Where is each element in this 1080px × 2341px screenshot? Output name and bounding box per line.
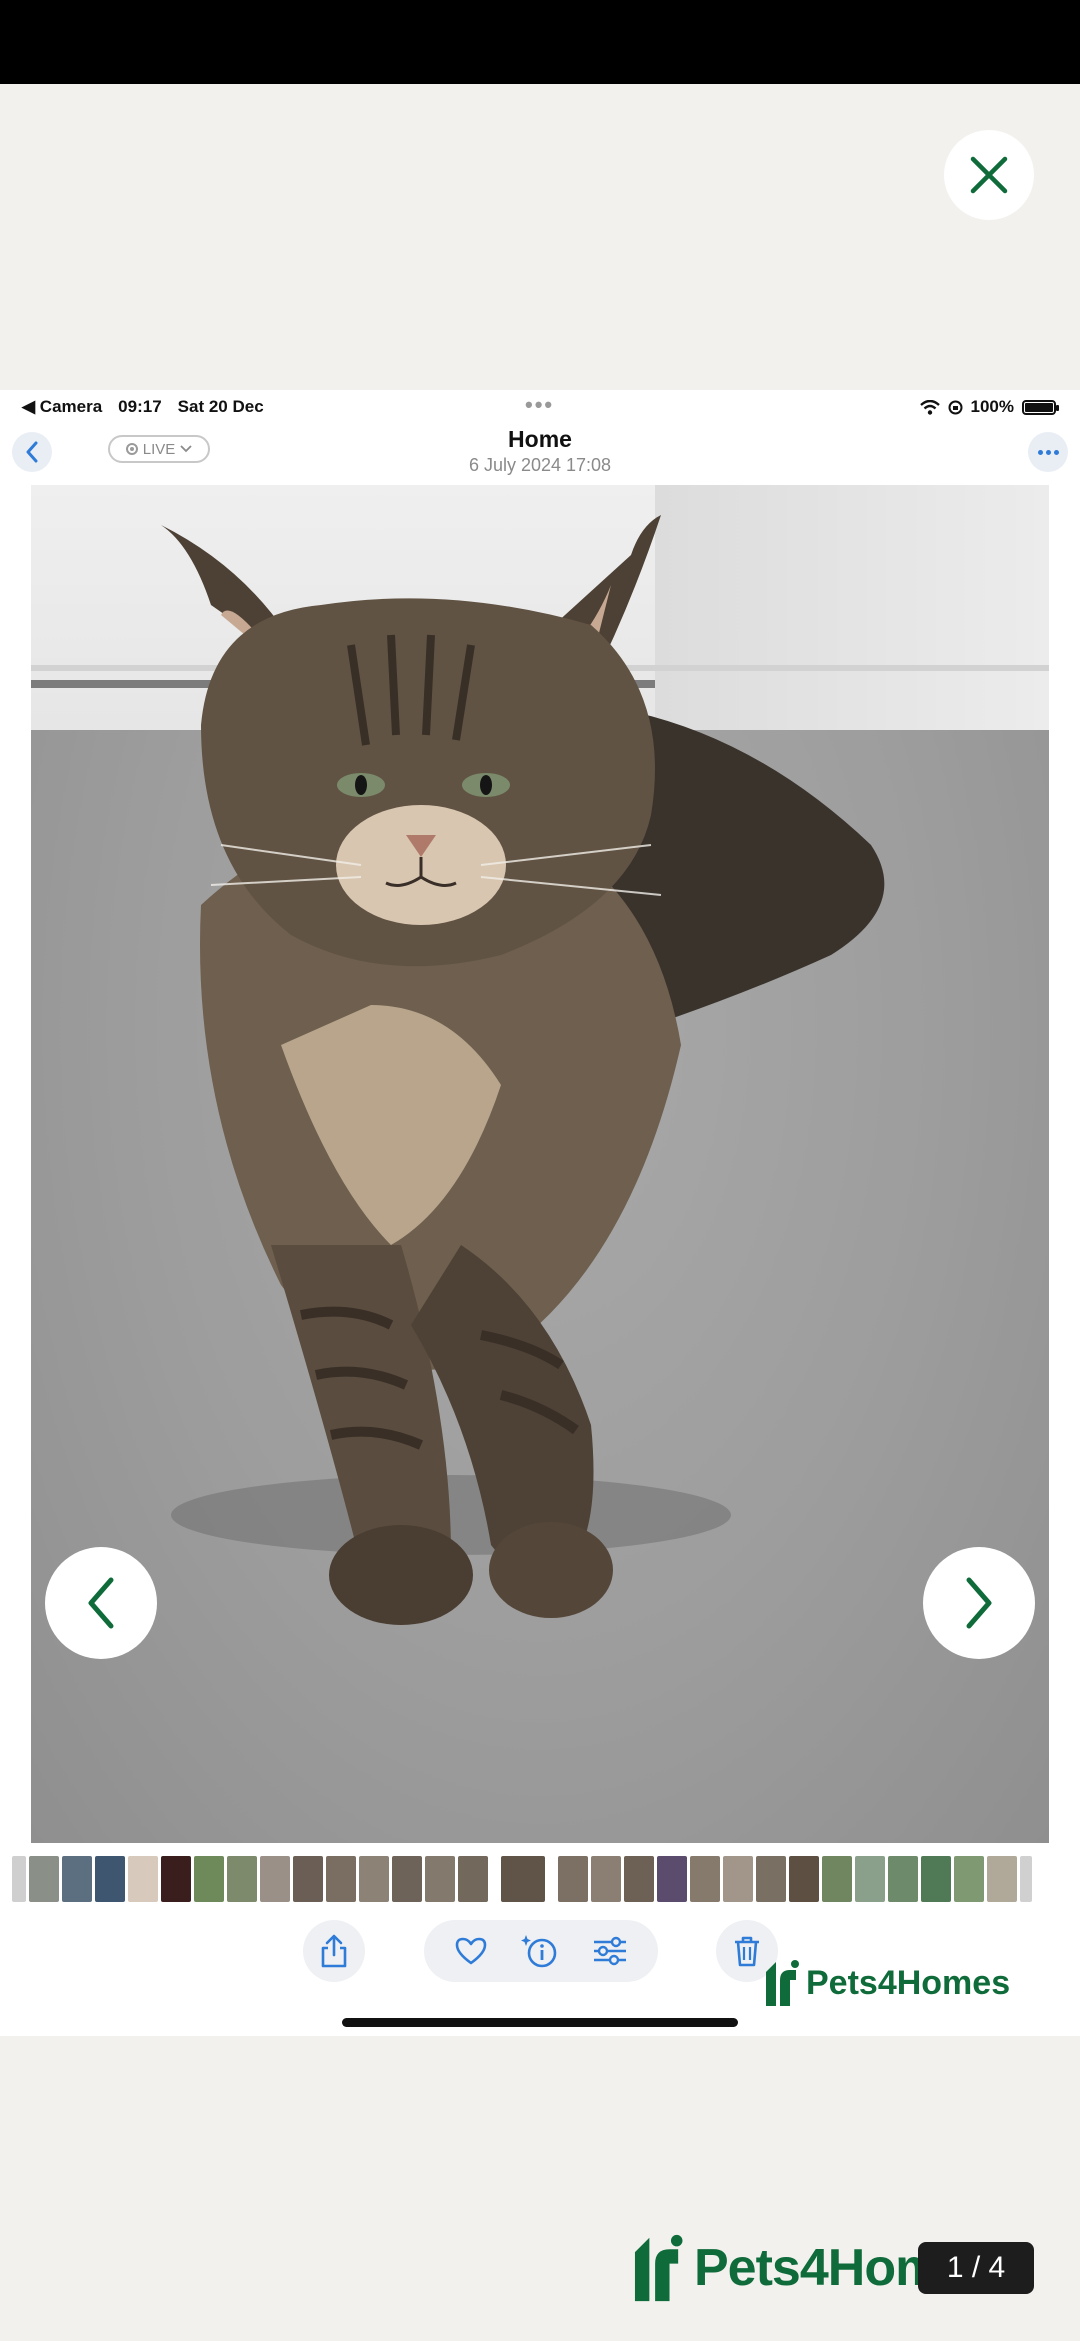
thumbnail (591, 1856, 621, 1902)
thumbnail (326, 1856, 356, 1902)
thumbnail (855, 1856, 885, 1902)
thumbnail (624, 1856, 654, 1902)
thumbnail (1020, 1856, 1032, 1902)
cat-photo (31, 485, 1049, 1843)
back-to-app: ◀ Camera (22, 397, 103, 416)
thumbnail (921, 1856, 951, 1902)
thumbnail (558, 1856, 588, 1902)
thumbnail (260, 1856, 290, 1902)
thumbnail (392, 1856, 422, 1902)
thumbnail (425, 1856, 455, 1902)
thumbnail (723, 1856, 753, 1902)
thumbnail (657, 1856, 687, 1902)
home-indicator (342, 2018, 738, 2027)
thumbnail (95, 1856, 125, 1902)
thumbnail (954, 1856, 984, 1902)
photo-nav-bar: LIVE Home 6 July 2024 17:08 (0, 424, 1080, 476)
status-time: 09:17 (118, 397, 162, 416)
thumbnail (161, 1856, 191, 1902)
thumbnail (293, 1856, 323, 1902)
thumbnail (194, 1856, 224, 1902)
heart-icon (455, 1937, 487, 1965)
thumbnail (227, 1856, 257, 1902)
device-status-bar (0, 0, 1080, 84)
thumbnail (359, 1856, 389, 1902)
thumbnail (987, 1856, 1017, 1902)
photo-actions-group (424, 1920, 658, 1982)
multitask-dots-icon: ••• (525, 392, 555, 417)
trash-icon (735, 1936, 759, 1967)
battery-percent: 100% (970, 397, 1014, 416)
next-photo-button[interactable] (923, 1547, 1035, 1659)
thumbnail (690, 1856, 720, 1902)
pets4homes-logo-icon (634, 2234, 683, 2302)
thumbnail (888, 1856, 918, 1902)
info-sparkle-icon (521, 1935, 557, 1968)
share-icon (321, 1934, 347, 1968)
wifi-icon (919, 399, 940, 415)
thumbnail (62, 1856, 92, 1902)
previous-photo-button[interactable] (45, 1547, 157, 1659)
watermark-small: Pets4Homes (762, 1958, 1010, 2008)
chevron-left-icon (88, 1577, 114, 1629)
status-date: Sat 20 Dec (177, 397, 264, 416)
adjust-icon (594, 1936, 626, 1966)
thumbnail (12, 1856, 26, 1902)
orientation-lock-icon (948, 400, 963, 414)
more-icon (1028, 432, 1068, 472)
photo-thumbnail-strip (12, 1856, 1068, 1902)
photo-counter: 1 / 4 (918, 2242, 1034, 2294)
photo-date: 6 July 2024 17:08 (468, 455, 612, 475)
battery-icon (1022, 399, 1059, 415)
thumbnail (789, 1856, 819, 1902)
ipad-status-bar: ◀ Camera 09:17 Sat 20 Dec ••• 100% (0, 390, 1080, 424)
close-button[interactable] (944, 130, 1034, 220)
photo-album-title: Home (508, 426, 572, 452)
share-button (303, 1920, 365, 1982)
thumbnail (29, 1856, 59, 1902)
thumbnail (756, 1856, 786, 1902)
thumbnail (822, 1856, 852, 1902)
thumbnail-selected (501, 1856, 545, 1902)
chevron-right-icon (966, 1577, 992, 1629)
pets4homes-logo-icon (766, 1960, 799, 2006)
thumbnail (128, 1856, 158, 1902)
listing-photo: ◀ Camera 09:17 Sat 20 Dec ••• 100% LIVE … (0, 390, 1080, 2036)
thumbnail (458, 1856, 488, 1902)
cat-illustration (161, 515, 885, 1625)
close-icon (970, 156, 1008, 194)
